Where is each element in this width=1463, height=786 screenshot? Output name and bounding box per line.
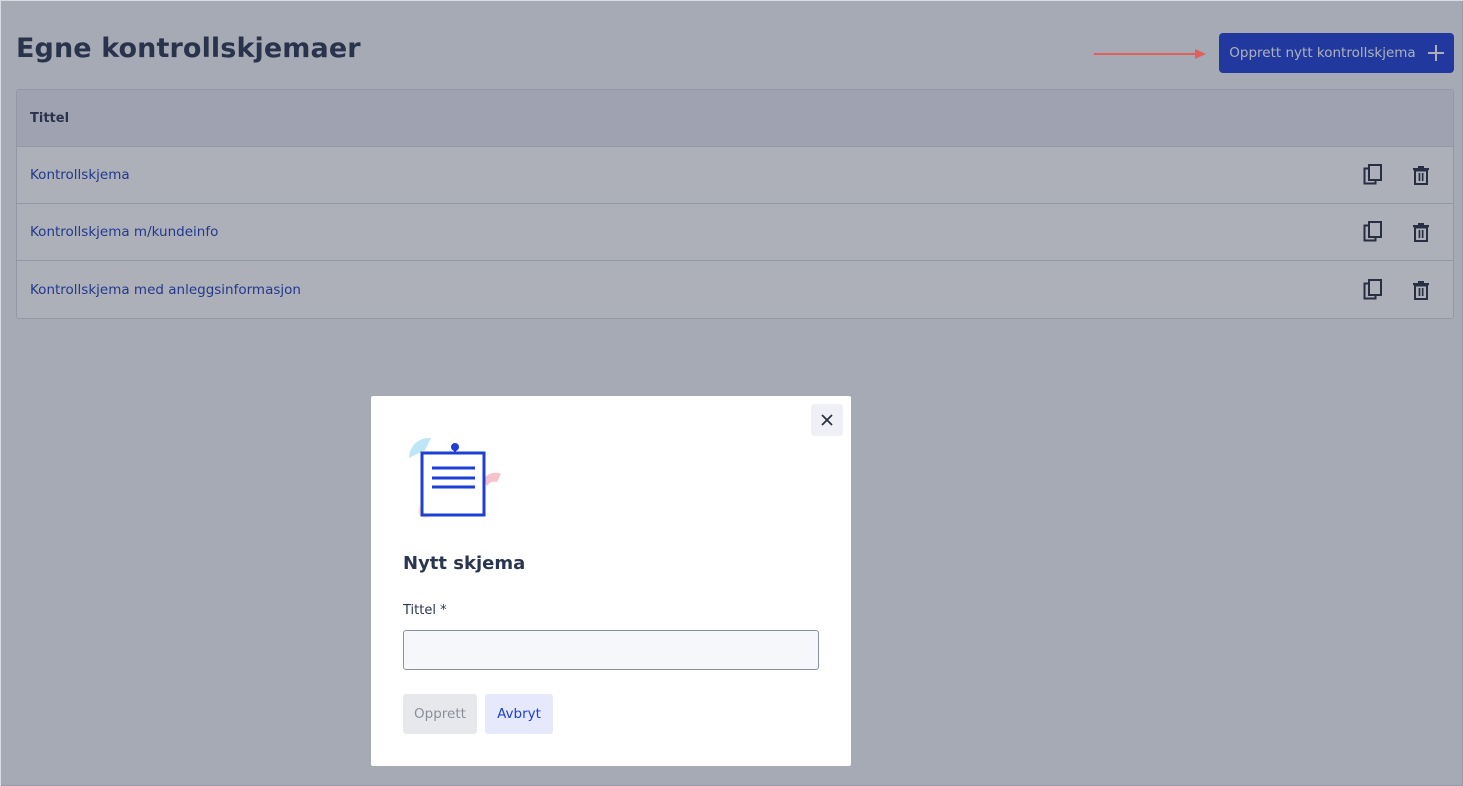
- title-input[interactable]: [403, 630, 819, 670]
- close-dialog-button[interactable]: [811, 404, 843, 436]
- annotation-arrow-icon: [1094, 49, 1206, 59]
- cancel-button[interactable]: Avbryt: [485, 694, 553, 734]
- close-icon: [821, 414, 833, 426]
- title-field-label: Tittel *: [403, 603, 447, 618]
- page: Egne kontrollskjemaer Opprett nytt kontr…: [0, 0, 1463, 786]
- new-form-dialog: Nytt skjema Tittel * Opprett Avbryt: [371, 396, 851, 766]
- dialog-title: Nytt skjema: [403, 553, 526, 574]
- clipboard-illustration-icon: [408, 437, 501, 518]
- create-button[interactable]: Opprett: [403, 694, 477, 734]
